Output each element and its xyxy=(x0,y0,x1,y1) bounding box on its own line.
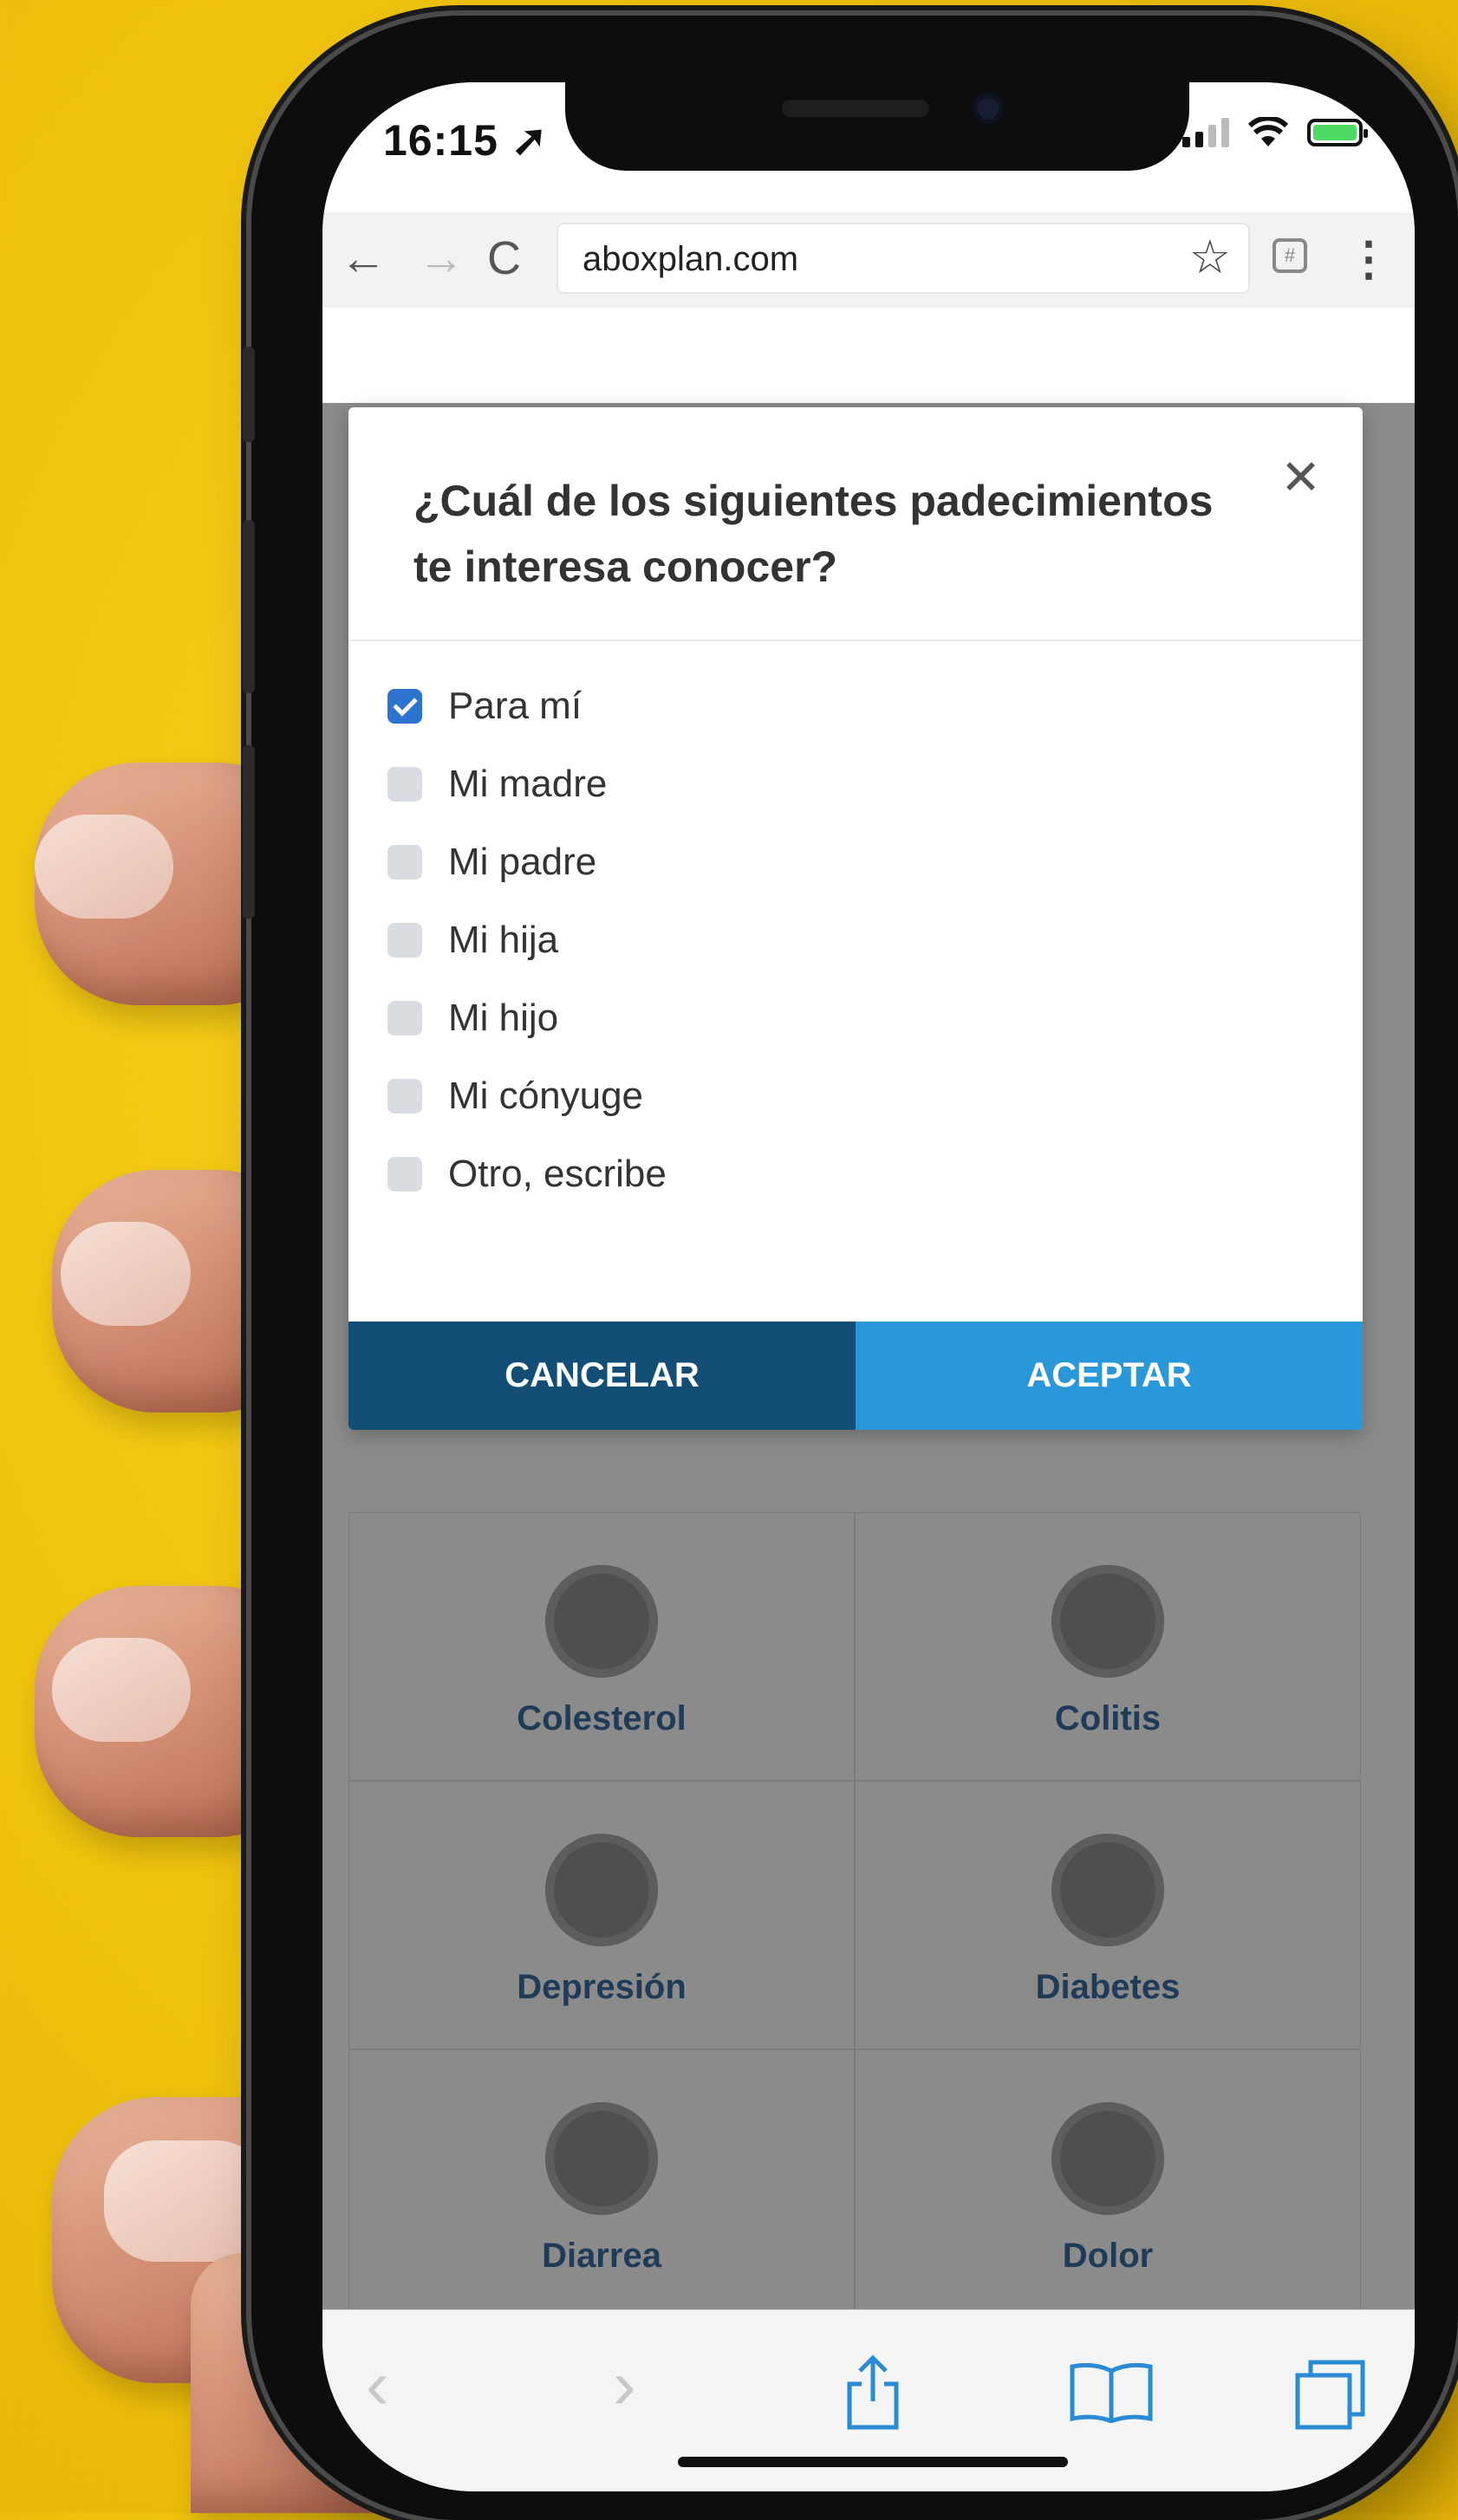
option-label: Mi hija xyxy=(448,919,559,961)
close-icon[interactable]: ✕ xyxy=(1280,449,1321,506)
finger-prick-icon xyxy=(1051,1834,1164,1946)
option-para-mi[interactable]: Para mí xyxy=(387,667,667,745)
condition-card[interactable]: Colitis xyxy=(855,1512,1361,1781)
condition-card[interactable]: Diabetes xyxy=(855,1781,1361,2049)
checkbox[interactable] xyxy=(387,923,422,958)
finger-nail-3 xyxy=(52,1638,191,1742)
condition-label: Colitis xyxy=(1054,1699,1162,1737)
tabs-icon[interactable] xyxy=(1293,2358,1367,2432)
condition-label: Dolor xyxy=(1062,2237,1154,2275)
condition-card[interactable]: Diarrea xyxy=(348,2049,855,2318)
finger-nail-2 xyxy=(61,1222,191,1326)
option-label: Mi hijo xyxy=(448,997,559,1039)
signal-icon xyxy=(1182,118,1229,147)
url-bar[interactable]: aboxplan.com ☆ xyxy=(557,223,1250,294)
condition-label: Depresión xyxy=(517,1968,687,2006)
checkbox[interactable] xyxy=(387,845,422,880)
cancel-button[interactable]: CANCELAR xyxy=(348,1322,856,1430)
option-label: Mi padre xyxy=(448,841,597,883)
share-icon[interactable] xyxy=(843,2354,903,2432)
phone-volume-button xyxy=(243,745,255,919)
phone-notch xyxy=(565,82,1189,171)
options-list: Para mí Mi madre Mi padre Mi hija Mi hij… xyxy=(387,667,667,1213)
modal-divider xyxy=(348,640,1363,641)
option-otro[interactable]: Otro, escribe xyxy=(387,1135,667,1213)
camera-icon xyxy=(973,93,1004,124)
pain-person-icon xyxy=(1051,2102,1164,2215)
finger-nail-4 xyxy=(104,2140,269,2262)
option-mi-hijo[interactable]: Mi hijo xyxy=(387,979,667,1057)
condition-label: Colesterol xyxy=(517,1699,687,1737)
option-mi-conyuge[interactable]: Mi cónyuge xyxy=(387,1057,667,1135)
option-mi-hija[interactable]: Mi hija xyxy=(387,901,667,979)
checkbox[interactable] xyxy=(387,1079,422,1114)
option-mi-padre[interactable]: Mi padre xyxy=(387,823,667,901)
option-label: Mi madre xyxy=(448,763,608,805)
phone-side-button xyxy=(243,347,255,442)
bookmarks-icon[interactable] xyxy=(1068,2362,1155,2423)
page-header-area xyxy=(322,308,1415,403)
wifi-icon xyxy=(1248,117,1288,146)
condition-card[interactable]: Colesterol xyxy=(348,1512,855,1781)
option-label: Para mí xyxy=(448,685,583,727)
checkbox[interactable] xyxy=(387,1001,422,1036)
tab-switcher-icon[interactable]: # xyxy=(1272,238,1307,273)
status-bar: 16:15 ➚ xyxy=(322,82,1415,212)
modal-title: ¿Cuál de los siguientes padecimientos te… xyxy=(413,477,1214,591)
forward-icon[interactable]: › xyxy=(613,2345,636,2425)
arrow-right-icon[interactable]: → xyxy=(418,231,465,285)
phone-screen: 16:15 ➚ ← → C aboxplan.com ☆ # ⋮ Coleste… xyxy=(322,82,1415,2491)
star-icon[interactable]: ☆ xyxy=(1189,230,1231,284)
selection-modal: ¿Cuál de los siguientes padecimientos te… xyxy=(348,407,1363,1430)
gauge-icon xyxy=(545,1565,658,1678)
condition-label: Diabetes xyxy=(1035,1968,1181,2006)
checkbox[interactable] xyxy=(387,1157,422,1192)
modal-button-row: CANCELAR ACEPTAR xyxy=(348,1322,1363,1430)
battery-icon xyxy=(1307,119,1368,146)
condition-label: Diarrea xyxy=(542,2237,661,2275)
sad-person-icon xyxy=(545,1834,658,1946)
arrow-left-icon[interactable]: ← xyxy=(340,231,387,285)
checkbox[interactable] xyxy=(387,689,422,724)
condition-card[interactable]: Dolor xyxy=(855,2049,1361,2318)
phone-volume-button xyxy=(243,520,255,693)
option-label: Otro, escribe xyxy=(448,1153,667,1195)
accept-button[interactable]: ACEPTAR xyxy=(856,1322,1363,1430)
home-indicator xyxy=(678,2457,1068,2467)
browser-toolbar: ← → C aboxplan.com ☆ # ⋮ xyxy=(322,212,1415,309)
condition-card[interactable]: Depresión xyxy=(348,1781,855,2049)
intestine-icon xyxy=(1051,1565,1164,1678)
status-icons xyxy=(1182,117,1368,148)
url-text: aboxplan.com xyxy=(583,240,799,278)
option-label: Mi cónyuge xyxy=(448,1075,644,1117)
option-mi-madre[interactable]: Mi madre xyxy=(387,745,667,823)
reload-icon[interactable]: C xyxy=(487,231,521,285)
checkbox[interactable] xyxy=(387,767,422,802)
status-time: 16:15 ➚ xyxy=(383,116,549,165)
toilet-icon xyxy=(545,2102,658,2215)
finger-nail-1 xyxy=(35,815,173,919)
back-icon[interactable]: ‹ xyxy=(366,2345,389,2425)
menu-icon[interactable]: ⋮ xyxy=(1345,231,1392,286)
speaker-grille xyxy=(782,100,929,117)
